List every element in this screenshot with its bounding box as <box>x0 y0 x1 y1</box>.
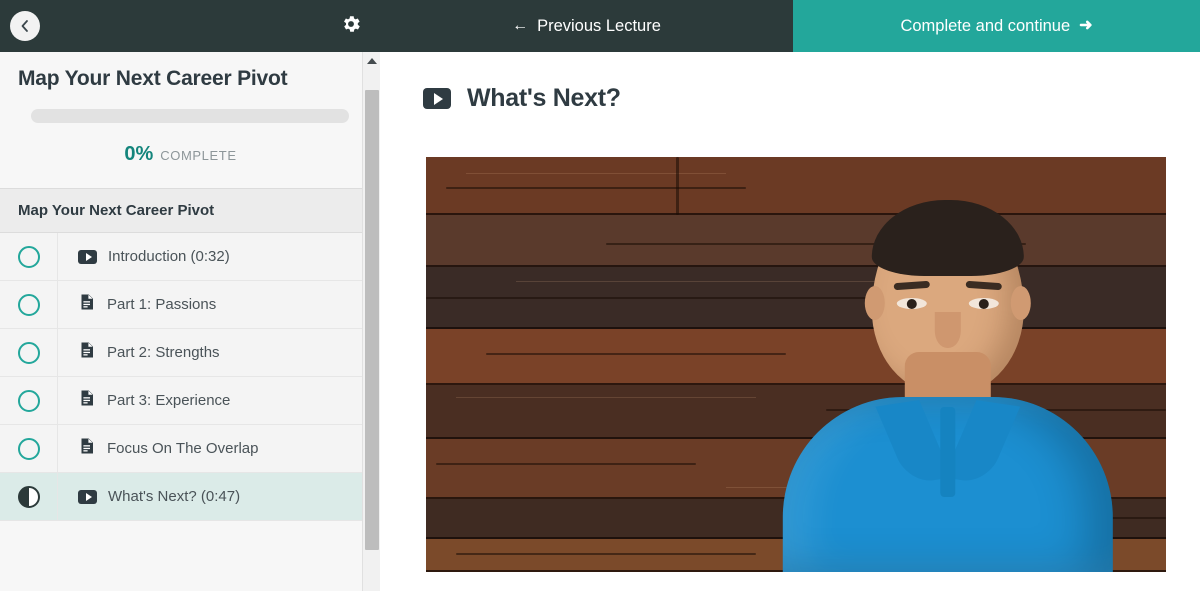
top-navigation-bar: ← Previous Lecture Complete and continue… <box>0 0 1200 52</box>
arrow-left-icon: ← <box>512 17 529 34</box>
lecture-body: What's Next? (0:47) <box>58 488 240 505</box>
lecture-status[interactable] <box>0 281 58 329</box>
sidebar-scrollbar[interactable] <box>362 52 380 591</box>
video-subject <box>782 200 1113 572</box>
lecture-list: Introduction (0:32) Part 1: Passions Par… <box>0 233 379 522</box>
lecture-body: Part 3: Experience <box>58 389 230 412</box>
lecture-label: What's Next? (0:47) <box>108 488 241 506</box>
course-sidebar: Map Your Next Career Pivot 0% COMPLETE M… <box>0 52 380 591</box>
lecture-label: Introduction (0:32) <box>108 248 230 266</box>
lecture-label: Part 3: Experience <box>107 392 231 410</box>
document-icon <box>78 437 96 460</box>
progress-percent: 0% <box>124 143 154 166</box>
course-progress-header: Map Your Next Career Pivot 0% COMPLETE <box>0 52 379 166</box>
scrollbar-thumb[interactable] <box>365 90 379 550</box>
settings-button[interactable] <box>338 13 364 39</box>
subject-ear-right <box>1010 286 1031 320</box>
previous-lecture-label: Previous Lecture <box>537 16 661 35</box>
circle-outline-icon <box>17 293 40 316</box>
circle-outline-icon <box>17 245 40 268</box>
lecture-status[interactable] <box>0 233 58 281</box>
document-icon <box>78 341 96 364</box>
lecture-body: Focus On The Overlap <box>58 437 258 460</box>
lecture-label: Focus On The Overlap <box>107 440 259 458</box>
video-icon <box>78 489 97 504</box>
video-icon <box>78 249 97 264</box>
page-title: What's Next? <box>467 84 621 112</box>
half-circle-icon <box>17 485 40 508</box>
topbar-sidebar-header <box>0 0 380 52</box>
subject-brow-right <box>965 280 1003 291</box>
subject-shirt <box>782 397 1113 572</box>
chevron-left-icon <box>18 19 32 33</box>
subject-eye-right <box>968 298 999 309</box>
shirt-placket <box>940 407 956 497</box>
scrollbar-up-button[interactable] <box>363 52 380 69</box>
subject-nose <box>934 312 961 348</box>
document-icon <box>78 389 96 412</box>
complete-and-continue-label: Complete and continue <box>900 16 1071 35</box>
lecture-body: Part 2: Strengths <box>58 341 220 364</box>
progress-complete-word: COMPLETE <box>160 148 237 164</box>
lecture-row[interactable]: Part 3: Experience <box>0 377 379 426</box>
complete-and-continue-button[interactable]: Complete and continue ➜ <box>793 0 1200 52</box>
lecture-row[interactable]: Introduction (0:32) <box>0 233 379 282</box>
scroll-up-arrow-icon <box>366 57 377 64</box>
back-button[interactable] <box>10 11 40 41</box>
section-header: Map Your Next Career Pivot <box>0 188 379 234</box>
lecture-row[interactable]: Focus On The Overlap <box>0 425 379 474</box>
subject-eye-left <box>896 298 927 309</box>
circle-outline-icon <box>17 437 40 460</box>
arrow-right-icon: ➜ <box>1079 17 1093 34</box>
progress-label: 0% COMPLETE <box>18 143 361 166</box>
lecture-status[interactable] <box>0 329 58 377</box>
course-title: Map Your Next Career Pivot <box>18 67 288 90</box>
lecture-row-active[interactable]: What's Next? (0:47) <box>0 473 379 522</box>
lecture-row[interactable]: Part 1: Passions <box>0 281 379 330</box>
lecture-body: Introduction (0:32) <box>58 248 230 265</box>
circle-outline-icon <box>17 341 40 364</box>
lecture-body: Part 1: Passions <box>58 293 216 316</box>
lecture-label: Part 1: Passions <box>107 296 217 314</box>
lecture-heading: What's Next? <box>381 52 1200 113</box>
video-player[interactable] <box>426 157 1166 572</box>
lecture-label: Part 2: Strengths <box>107 344 220 362</box>
gear-icon <box>340 13 362 40</box>
courseware-page: ← Previous Lecture Complete and continue… <box>0 0 1200 591</box>
lecture-status[interactable] <box>0 425 58 473</box>
document-icon <box>78 293 96 316</box>
lecture-status[interactable] <box>0 377 58 425</box>
circle-outline-icon <box>17 389 40 412</box>
progress-bar <box>30 109 349 124</box>
previous-lecture-button[interactable]: ← Previous Lecture <box>380 0 793 52</box>
subject-brow-left <box>893 280 931 291</box>
lecture-row[interactable]: Part 2: Strengths <box>0 329 379 378</box>
subject-hair <box>871 200 1024 276</box>
lecture-content: What's Next? <box>381 52 1200 591</box>
lecture-status[interactable] <box>0 473 58 521</box>
subject-ear-left <box>864 286 885 320</box>
video-icon <box>423 88 451 109</box>
